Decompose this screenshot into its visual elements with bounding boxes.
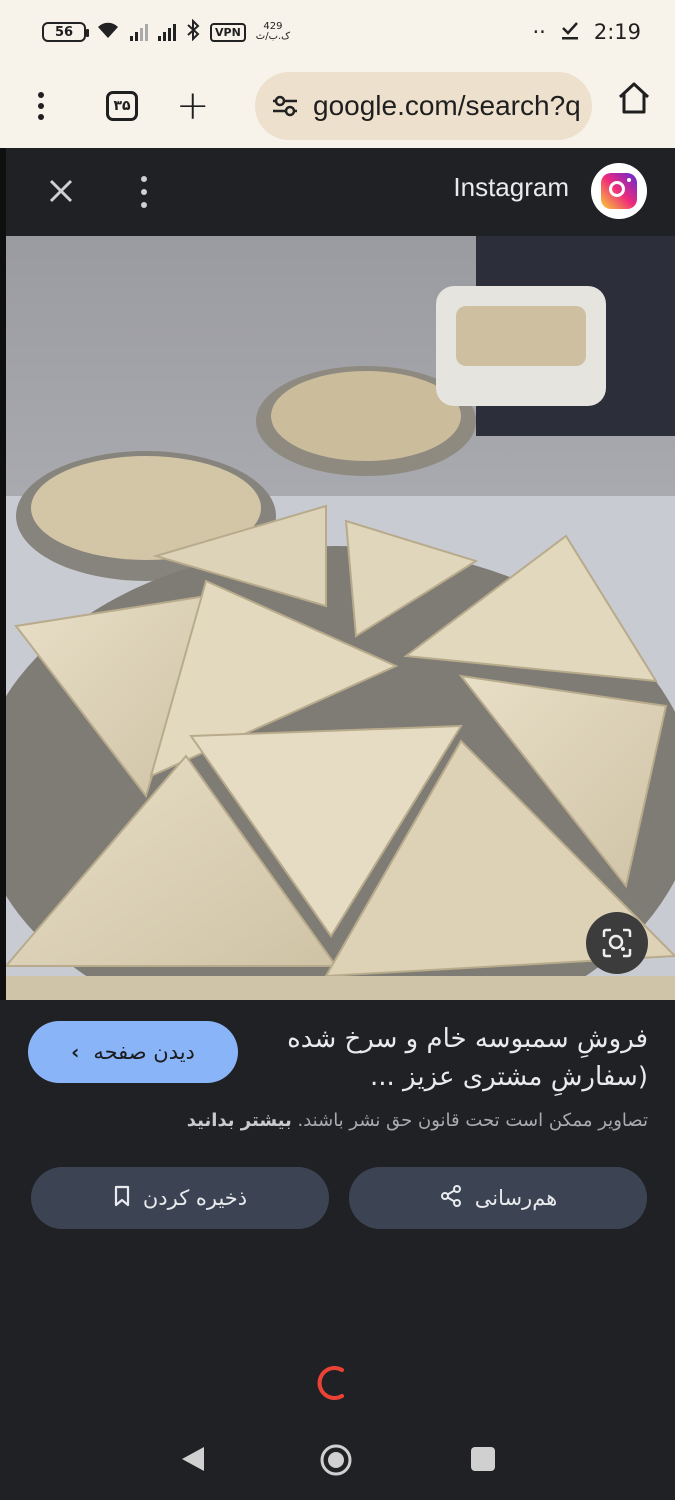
learn-more-link[interactable]: بیشتر بدانید [187, 1110, 292, 1131]
instagram-icon[interactable] [591, 163, 647, 219]
chevron-left-icon: ‹ [71, 1040, 80, 1064]
browser-toolbar: ۳۵ + google.com/search?q [0, 64, 675, 148]
copyright-text: تصاویر ممکن است تحت قانون حق نشر باشند. [297, 1110, 648, 1131]
copyright-notice: تصاویر ممکن است تحت قانون حق نشر باشند. … [80, 1110, 648, 1131]
source-name[interactable]: Instagram [453, 172, 569, 203]
download-done-icon [560, 19, 580, 46]
notification-dots: ·· [532, 20, 546, 44]
visit-page-label: دیدن صفحه [93, 1040, 195, 1064]
tab-count-label: ۳۵ [113, 98, 131, 114]
more-options-icon[interactable] [138, 176, 150, 208]
close-icon[interactable] [46, 176, 76, 206]
visit-page-button[interactable]: ‹ دیدن صفحه [28, 1021, 238, 1083]
lens-icon [602, 928, 632, 958]
share-label: هم‌رسانی [474, 1186, 558, 1210]
site-settings-icon[interactable] [271, 94, 299, 118]
result-image[interactable] [6, 236, 675, 1000]
lens-search-button[interactable] [586, 912, 648, 974]
network-speed: 429 ک.ب/ث [256, 22, 290, 42]
recents-icon[interactable] [471, 1447, 495, 1471]
nav-home-icon[interactable] [319, 1443, 353, 1477]
save-label: ذخیره کردن [142, 1186, 248, 1210]
bluetooth-icon [186, 18, 200, 46]
status-bar: 56 VPN 429 ک.ب/ث ·· 2:19 [0, 0, 675, 64]
bookmark-icon [113, 1185, 131, 1212]
battery-icon: 56 [42, 22, 89, 42]
share-icon [439, 1184, 463, 1213]
vpn-badge: VPN [210, 22, 246, 42]
address-bar[interactable]: google.com/search?q [255, 72, 592, 140]
url-text: google.com/search?q [313, 90, 581, 121]
status-right: ·· 2:19 [532, 19, 641, 46]
clock: 2:19 [593, 20, 641, 44]
browser-menu-icon[interactable] [24, 86, 58, 126]
tab-switcher-button[interactable]: ۳۵ [106, 91, 138, 121]
loading-spinner [317, 1366, 344, 1400]
image-title[interactable]: فروشِ سمبوسه خام و سرخ شده (سفارشِ مشتری… [260, 1020, 648, 1096]
new-tab-button[interactable]: + [176, 86, 210, 126]
signal-icon [130, 23, 148, 41]
back-icon[interactable] [180, 1445, 206, 1473]
speed-unit: ک.ب/ث [255, 31, 291, 42]
save-button[interactable]: ذخیره کردن [31, 1167, 329, 1229]
signal-icon-2 [158, 23, 176, 41]
share-button[interactable]: هم‌رسانی [349, 1167, 647, 1229]
image-viewer-header: Instagram [0, 148, 675, 236]
battery-level: 56 [54, 24, 74, 40]
wifi-icon [96, 20, 120, 45]
status-indicators: 56 VPN 429 ک.ب/ث [42, 18, 290, 46]
home-icon[interactable] [616, 80, 652, 116]
